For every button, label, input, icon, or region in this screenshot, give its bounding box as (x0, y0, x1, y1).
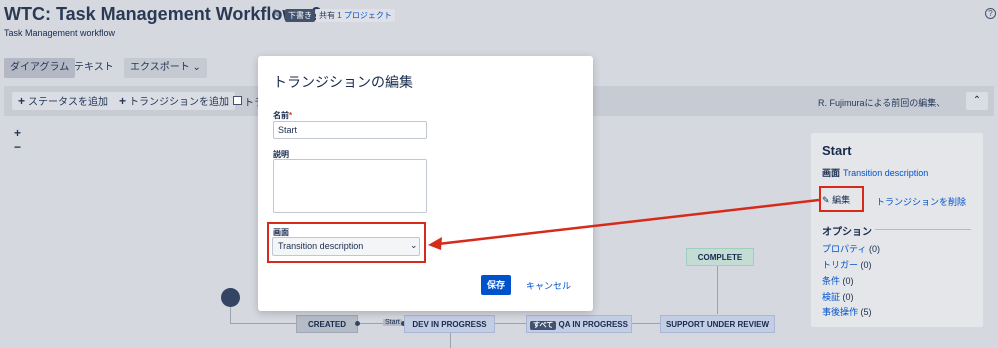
annotation-arrow-head (428, 237, 442, 250)
annotation-arrow-line (437, 198, 820, 246)
annotation-arrow (428, 198, 820, 250)
